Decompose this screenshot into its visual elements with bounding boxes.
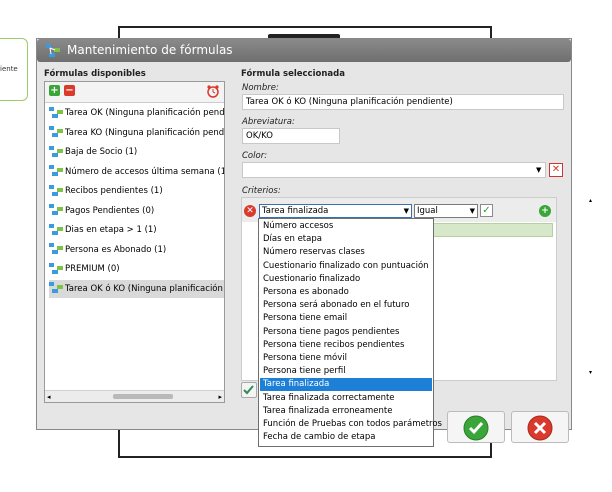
formula-tree-icon	[49, 204, 63, 215]
formula-list-item-label: Dias en etapa > 1 (1)	[65, 225, 157, 235]
criteria-label: Criterios:	[242, 186, 281, 196]
checkmark-icon	[243, 385, 254, 395]
dropdown-option[interactable]: Persona tiene pagos pendientes	[260, 326, 432, 339]
alarm-clock-icon[interactable]	[206, 84, 220, 98]
name-label: Nombre:	[242, 83, 279, 93]
dropdown-option[interactable]: Cuestionario finalizado	[260, 273, 432, 286]
formula-tree-icon	[49, 262, 63, 274]
criterion-field-value: Tarea finalizada	[262, 206, 329, 216]
color-label: Color:	[242, 151, 268, 161]
formula-list-item-label: Tarea OK (Ninguna planificación pendient…	[65, 108, 225, 118]
formula-list-item[interactable]: Tarea OK (Ninguna planificación pendient…	[49, 104, 225, 122]
formula-tree-icon	[49, 282, 63, 293]
dropdown-option[interactable]: Número accesos	[260, 220, 432, 233]
formula-list-item[interactable]: Dias en etapa > 1 (1)	[49, 221, 224, 239]
formulas-horizontal-scrollbar[interactable]: ◂ ▸	[45, 390, 224, 402]
dropdown-option[interactable]: Persona es abonado	[260, 286, 432, 299]
dialog-title-bar[interactable]: Mantenimiento de fórmulas	[37, 39, 571, 62]
available-formulas-heading: Fórmulas disponibles	[44, 69, 146, 79]
formula-tree-icon	[49, 165, 63, 176]
formula-tree-icon	[49, 223, 63, 235]
dialog-title: Mantenimiento de fórmulas	[67, 43, 233, 57]
dropdown-option[interactable]: Persona tiene email	[260, 312, 432, 325]
delete-criterion-icon[interactable]: ✕	[244, 205, 256, 217]
color-dropdown-arrow-icon[interactable]: ▼	[536, 166, 541, 174]
dropdown-option[interactable]: Fecha de cambio de etapa	[260, 431, 432, 444]
formula-tree-icon	[49, 145, 63, 157]
formula-list-item[interactable]: Número de accesos última semana (1)	[49, 163, 225, 181]
abbreviation-field[interactable]: OK/KO	[242, 128, 340, 144]
available-formulas-panel: + − Tarea OK (Ninguna planificación pend…	[44, 81, 225, 403]
criterion-value-checkbox[interactable]: ✓	[480, 204, 493, 217]
formula-list-item[interactable]: PREMIUM (0)	[49, 260, 224, 278]
background-card-fragment: iente	[0, 38, 28, 101]
criterion-operator-value: Igual	[417, 206, 438, 216]
dropdown-option[interactable]: Persona tiene móvil	[260, 352, 432, 365]
dropdown-option[interactable]: Tarea finalizada	[260, 378, 432, 392]
dropdown-option[interactable]: Cuestionario finalizado con puntuación	[260, 260, 432, 273]
formula-list-item[interactable]: Pagos Pendientes (0)	[49, 202, 224, 220]
clear-color-button[interactable]: ✕	[549, 163, 563, 177]
background-card-text: iente	[0, 65, 18, 73]
cancel-button[interactable]	[511, 411, 569, 443]
formula-list-item[interactable]: Persona es Abonado (1)	[49, 241, 224, 259]
chevron-down-icon: ▼	[469, 207, 475, 215]
dropdown-option[interactable]: Persona tiene perfil	[260, 365, 432, 378]
name-field[interactable]: Tarea OK ó KO (Ninguna planificación pen…	[242, 94, 564, 110]
formula-list-item-label: Pagos Pendientes (0)	[65, 205, 155, 216]
formula-list-item[interactable]: Recibos pendientes (1)	[49, 182, 224, 200]
add-formula-button[interactable]: +	[49, 85, 60, 96]
add-criterion-icon[interactable]: +	[539, 205, 551, 217]
ok-check-icon	[463, 415, 489, 441]
scroll-left-arrow-icon[interactable]: ◂	[47, 393, 51, 401]
color-select[interactable]	[242, 162, 546, 178]
formula-list-item-label: Tarea KO (Ninguna planificación pendient…	[65, 127, 225, 138]
formula-list-item-label: Persona es Abonado (1)	[65, 244, 167, 255]
scroll-down-arrow-icon[interactable]: ▾	[589, 369, 592, 376]
cancel-x-icon	[527, 415, 553, 441]
dropdown-option[interactable]: Tarea finalizada correctamente	[260, 392, 432, 405]
formula-list-item-label: Número de accesos última semana (1)	[65, 166, 225, 177]
formula-list-item[interactable]: Baja de Socio (1)	[49, 143, 224, 161]
formulas-toolbar: + −	[45, 82, 224, 103]
formula-list-item-label: Baja de Socio (1)	[65, 147, 138, 157]
ok-button[interactable]	[447, 411, 505, 443]
dropdown-option[interactable]: Días en etapa	[260, 233, 432, 246]
scroll-up-arrow-icon[interactable]: ▴	[589, 197, 592, 204]
formula-list-item[interactable]: Tarea KO (Ninguna planificación pendient…	[49, 124, 225, 142]
selected-formula-heading: Fórmula seleccionada	[241, 69, 345, 79]
formula-tree-icon	[46, 44, 60, 57]
formula-tree-icon	[49, 106, 63, 118]
formula-list-item[interactable]: Tarea OK ó KO (Ninguna planificación pen…	[49, 279, 224, 298]
dropdown-option[interactable]: Persona tiene recibos pendientes	[260, 339, 432, 352]
criterion-field-dropdown-list: Número accesos Días en etapa Número reserv…	[258, 218, 442, 447]
formula-list-item-label: Recibos pendientes (1)	[65, 186, 163, 196]
criterion-operator-select[interactable]: Igual ▼	[414, 204, 478, 218]
dropdown-option[interactable]: Tarea finalizada erroneamente	[260, 405, 432, 418]
remove-formula-button[interactable]: −	[64, 85, 75, 96]
formula-list-item-label: PREMIUM (0)	[65, 264, 120, 274]
formulas-scrollbar-thumb[interactable]	[113, 394, 173, 399]
abbreviation-label: Abreviatura:	[242, 117, 295, 127]
chevron-down-icon: ▼	[403, 207, 409, 215]
criteria-vertical-scrollbar[interactable]: ▴ ▾	[589, 197, 597, 415]
criteria-options-button[interactable]	[241, 382, 257, 398]
formula-tree-icon	[49, 126, 63, 137]
formula-list-item-label: Tarea OK ó KO (Ninguna planificación pen…	[65, 283, 224, 294]
dropdown-option[interactable]: Número reservas clases	[260, 246, 432, 259]
formula-tree-icon	[49, 243, 63, 254]
criterion-field-select[interactable]: Tarea finalizada ▼	[259, 204, 412, 218]
dropdown-option[interactable]: Persona será abonado en el futuro	[260, 299, 432, 312]
dropdown-option[interactable]: Función de Pruebas con todos parámetros	[260, 418, 442, 431]
formula-tree-icon	[49, 184, 63, 196]
scroll-right-arrow-icon[interactable]: ▸	[218, 393, 222, 401]
